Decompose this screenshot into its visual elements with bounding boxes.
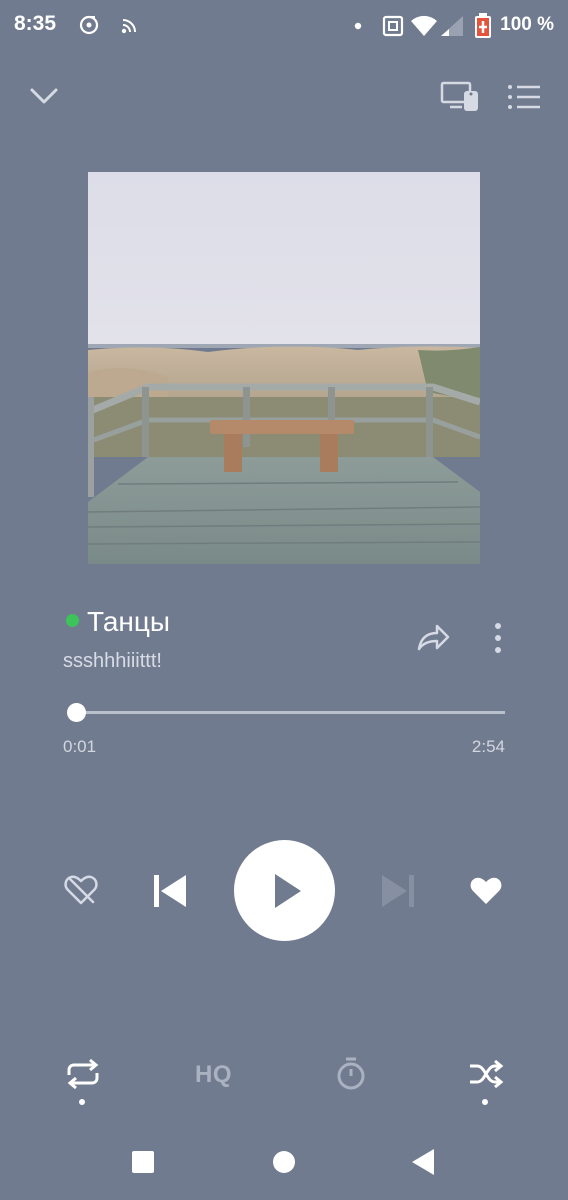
cast-signal-icon xyxy=(121,16,139,34)
battery-percentage: 100 % xyxy=(500,14,554,35)
next-icon[interactable] xyxy=(380,873,416,909)
play-icon xyxy=(273,872,303,910)
track-title: Танцы xyxy=(87,606,171,637)
nfc-icon xyxy=(382,15,404,37)
battery-icon xyxy=(474,13,492,39)
chevron-down-icon[interactable] xyxy=(28,84,60,108)
repeat-icon[interactable] xyxy=(65,1059,101,1089)
status-time: 8:35 xyxy=(14,12,57,35)
repeat-active-indicator xyxy=(79,1099,85,1105)
timer-icon[interactable] xyxy=(335,1056,367,1090)
total-time: 2:54 xyxy=(471,737,505,756)
previous-icon[interactable] xyxy=(152,873,188,909)
dislike-icon[interactable] xyxy=(64,874,98,906)
like-icon[interactable] xyxy=(469,876,503,906)
shuffle-icon[interactable] xyxy=(468,1060,504,1088)
elapsed-time: 0:01 xyxy=(63,737,97,756)
home-icon[interactable] xyxy=(272,1150,296,1174)
hq-button[interactable]: HQ xyxy=(195,1061,232,1089)
album-cover xyxy=(88,172,480,564)
devices-icon[interactable] xyxy=(440,80,480,114)
notification-dot-icon xyxy=(354,22,362,30)
share-icon[interactable] xyxy=(416,623,450,653)
queue-icon[interactable] xyxy=(506,82,542,112)
more-options-icon[interactable] xyxy=(492,621,504,655)
progress-thumb[interactable] xyxy=(66,703,86,722)
recents-icon[interactable] xyxy=(131,1150,155,1174)
progress-bar[interactable] xyxy=(73,711,505,714)
track-artist[interactable]: ssshhhiiittt! xyxy=(63,650,162,673)
music-app-icon xyxy=(78,14,100,36)
signal-icon xyxy=(440,15,464,37)
shuffle-active-indicator xyxy=(482,1099,488,1105)
wifi-icon xyxy=(410,15,438,37)
play-button[interactable] xyxy=(234,840,335,941)
back-icon[interactable] xyxy=(411,1148,435,1176)
explicit-status-dot xyxy=(66,614,79,627)
